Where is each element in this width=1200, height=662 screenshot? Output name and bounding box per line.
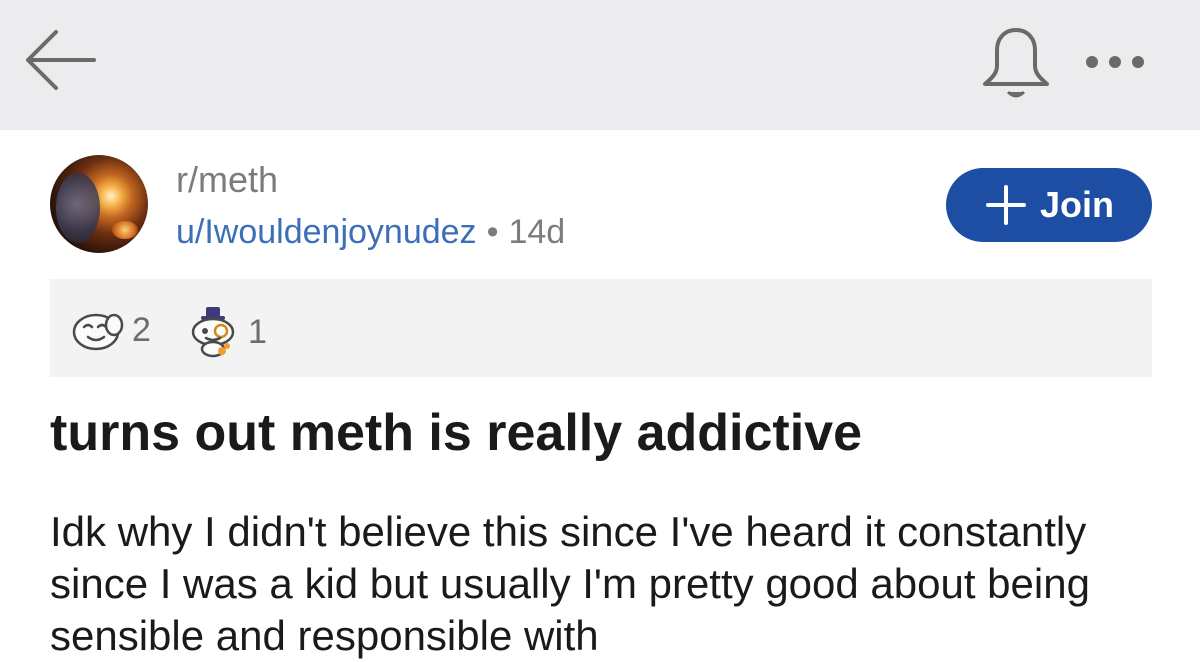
awards-bar: 2 1 [50, 279, 1152, 377]
award-snoo-monocle-icon [191, 307, 235, 358]
more-options-button[interactable] [1080, 44, 1150, 80]
back-button[interactable] [22, 26, 98, 94]
notifications-button[interactable] [976, 22, 1056, 104]
join-label: Join [1039, 184, 1114, 225]
ellipsis-icon [1086, 56, 1144, 68]
award-count: 2 [132, 310, 151, 349]
award-item[interactable]: 1 [186, 305, 267, 359]
post-age: 14d [508, 213, 566, 251]
subreddit-name[interactable]: r/meth [176, 160, 278, 200]
post-title[interactable]: turns out meth is really addictive [50, 400, 862, 466]
post-body: Idk why I didn't believe this since I've… [50, 508, 1090, 659]
author-username[interactable]: u/Iwouldenjoynudez [176, 213, 477, 251]
award-item[interactable]: 2 [70, 305, 151, 355]
top-navigation-bar [0, 0, 1200, 130]
arrow-left-icon [26, 30, 96, 90]
post-meta: u/Iwouldenjoynudez • 14d [176, 212, 565, 252]
award-count: 1 [248, 312, 267, 351]
bell-icon [983, 28, 1049, 98]
join-button[interactable]: Join [946, 168, 1152, 242]
meta-separator: • [486, 213, 499, 251]
award-face-icon [72, 313, 124, 351]
subreddit-avatar[interactable] [50, 155, 148, 253]
plus-icon [985, 185, 1026, 225]
